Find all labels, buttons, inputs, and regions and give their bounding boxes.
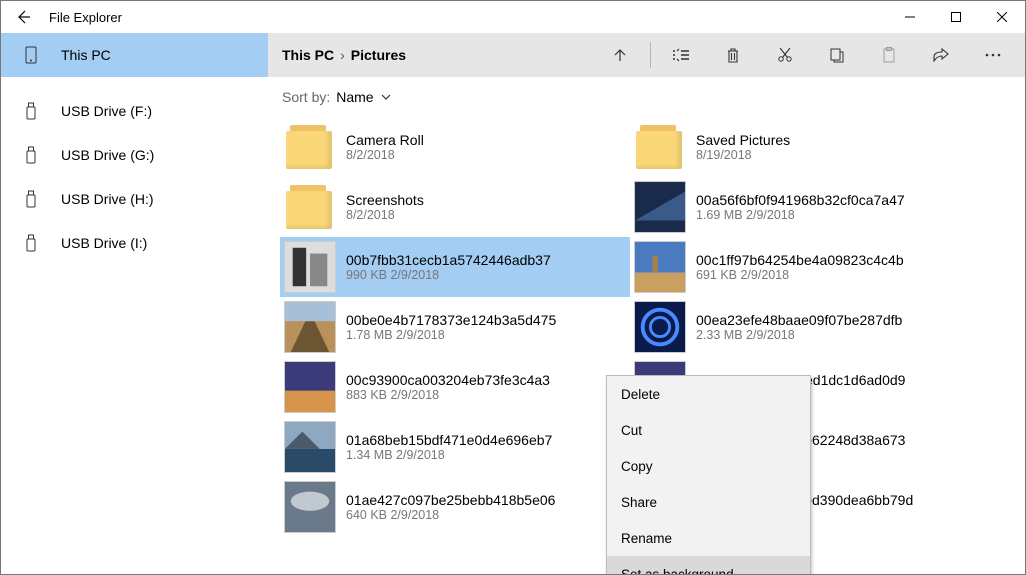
file-item[interactable]: 00c93900ca003204eb73fe3c4a3883 KB 2/9/20… [280,357,630,417]
copy-button[interactable] [813,33,861,77]
file-explorer-window: File Explorer This PC [0,0,1026,575]
file-item[interactable]: 00c1ff97b64254be4a09823c4c4b691 KB 2/9/2… [630,237,980,297]
item-sub: 640 KB 2/9/2018 [346,508,555,522]
minimize-button[interactable] [887,1,933,33]
item-sub: 2.33 MB 2/9/2018 [696,328,902,342]
item-date: 8/2/2018 [346,148,424,162]
close-button[interactable] [979,1,1025,33]
share-button[interactable] [917,33,965,77]
sidebar-item-usb-f[interactable]: USB Drive (F:) [1,89,268,133]
sidebar-item-this-pc[interactable]: This PC [1,33,268,77]
content-area: Sort by: Name Camera Roll8/2/2018 [268,77,1025,574]
sort-label: Sort by: [282,89,330,105]
item-date: 8/19/2018 [696,148,790,162]
breadcrumb[interactable]: This PC › Pictures [282,47,406,63]
chevron-down-icon [380,93,392,101]
up-button[interactable] [596,33,644,77]
sidebar-item-label: USB Drive (I:) [61,235,147,251]
titlebar: File Explorer [1,1,1025,33]
item-sub: 883 KB 2/9/2018 [346,388,550,402]
image-thumbnail [284,361,336,413]
usb-icon [23,146,39,164]
ctx-rename[interactable]: Rename [607,520,810,556]
view-button[interactable] [657,33,705,77]
sidebar-item-usb-i[interactable]: USB Drive (I:) [1,221,268,265]
usb-icon [23,190,39,208]
folder-icon [634,121,686,173]
context-menu: Delete Cut Copy Share Rename Set as back… [606,375,811,574]
sidebar-item-label: USB Drive (F:) [61,103,152,119]
pc-icon [23,46,39,64]
maximize-button[interactable] [933,1,979,33]
file-item[interactable]: 00ea23efe48baae09f07be287dfb2.33 MB 2/9/… [630,297,980,357]
window-title: File Explorer [45,10,122,25]
item-date: 8/2/2018 [346,208,424,222]
usb-icon [23,102,39,120]
item-name: Camera Roll [346,132,424,148]
sidebar-item-usb-g[interactable]: USB Drive (G:) [1,133,268,177]
image-thumbnail [634,241,686,293]
item-sub: 1.34 MB 2/9/2018 [346,448,552,462]
item-name: 00be0e4b7178373e124b3a5d475 [346,312,556,328]
delete-button[interactable] [709,33,757,77]
folder-icon [284,121,336,173]
folder-item[interactable]: Camera Roll8/2/2018 [280,117,630,177]
item-name: Saved Pictures [696,132,790,148]
main-area: This PC › Pictures [268,33,1025,574]
sidebar: This PC USB Drive (F:) USB Drive (G:) US [1,33,268,574]
ctx-share[interactable]: Share [607,484,810,520]
item-name: 00ea23efe48baae09f07be287dfb [696,312,902,328]
more-button[interactable] [969,33,1017,77]
file-item[interactable]: 00a56f6bf0f941968b32cf0ca7a471.69 MB 2/9… [630,177,980,237]
folder-item[interactable]: Screenshots8/2/2018 [280,177,630,237]
ctx-set-background[interactable]: Set as background [607,556,810,574]
item-sub: 1.78 MB 2/9/2018 [346,328,556,342]
sidebar-item-usb-h[interactable]: USB Drive (H:) [1,177,268,221]
item-name: 01a68beb15bdf471e0d4e696eb7 [346,432,552,448]
item-name: 00c1ff97b64254be4a09823c4c4b [696,252,904,268]
image-thumbnail [284,481,336,533]
paste-button[interactable] [865,33,913,77]
ctx-delete[interactable]: Delete [607,376,810,412]
item-name: 00b7fbb31cecb1a5742446adb37 [346,252,551,268]
item-sub: 990 KB 2/9/2018 [346,268,551,282]
sidebar-item-label: This PC [61,47,111,63]
sort-row[interactable]: Sort by: Name [268,77,1025,117]
item-name: 01ae427c097be25bebb418b5e06 [346,492,555,508]
image-thumbnail [284,421,336,473]
image-thumbnail [634,301,686,353]
cut-button[interactable] [761,33,809,77]
divider [650,42,651,68]
sort-value: Name [336,89,373,105]
item-name: 00a56f6bf0f941968b32cf0ca7a47 [696,192,905,208]
chevron-right-icon: › [340,47,345,63]
ctx-cut[interactable]: Cut [607,412,810,448]
image-thumbnail [284,241,336,293]
item-name: 00c93900ca003204eb73fe3c4a3 [346,372,550,388]
item-sub: 691 KB 2/9/2018 [696,268,904,282]
command-bar: This PC › Pictures [268,33,1025,77]
folder-item[interactable]: Saved Pictures8/19/2018 [630,117,980,177]
folder-icon [284,181,336,233]
sidebar-item-label: USB Drive (G:) [61,147,154,163]
file-item-selected[interactable]: 00b7fbb31cecb1a5742446adb37990 KB 2/9/20… [280,237,630,297]
file-item[interactable]: 01a68beb15bdf471e0d4e696eb71.34 MB 2/9/2… [280,417,630,477]
ctx-copy[interactable]: Copy [607,448,810,484]
item-name: Screenshots [346,192,424,208]
file-item[interactable]: 00be0e4b7178373e124b3a5d4751.78 MB 2/9/2… [280,297,630,357]
item-sub: 1.69 MB 2/9/2018 [696,208,905,222]
grid-column-left: Camera Roll8/2/2018 Screenshots8/2/2018 … [280,117,630,537]
sidebar-item-label: USB Drive (H:) [61,191,154,207]
breadcrumb-parent[interactable]: This PC [282,47,334,63]
back-button[interactable] [1,1,45,33]
usb-icon [23,234,39,252]
breadcrumb-current[interactable]: Pictures [351,47,406,63]
image-thumbnail [284,301,336,353]
file-item[interactable]: 01ae427c097be25bebb418b5e06640 KB 2/9/20… [280,477,630,537]
image-thumbnail [634,181,686,233]
